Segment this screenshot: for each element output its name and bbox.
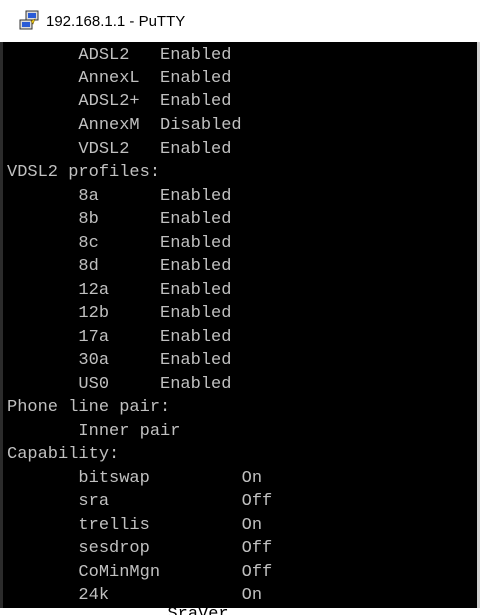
terminal-line: sesdrop Off bbox=[7, 539, 273, 558]
terminal-line: 17a Enabled bbox=[7, 328, 232, 347]
window-bottom-edge bbox=[0, 608, 480, 615]
terminal-line: AnnexL Enabled bbox=[7, 69, 232, 88]
window-title: 192.168.1.1 - PuTTY bbox=[46, 12, 186, 30]
terminal-line: US0 Enabled bbox=[7, 375, 232, 394]
terminal-line: AnnexM Disabled bbox=[7, 116, 242, 135]
terminal-line: ADSL2 Enabled bbox=[7, 46, 232, 65]
terminal-line: Inner pair bbox=[7, 422, 181, 441]
putty-window: 192.168.1.1 - PuTTY ADSL2 Enabled AnnexL… bbox=[0, 0, 480, 615]
terminal-line: 12a Enabled bbox=[7, 281, 232, 300]
terminal-line: Capability: bbox=[7, 445, 120, 464]
terminal-line: bitswap On bbox=[7, 469, 263, 488]
terminal-line: Phone line pair: bbox=[7, 398, 171, 417]
terminal-line: 8c Enabled bbox=[7, 234, 232, 253]
terminal-line: 12b Enabled bbox=[7, 304, 232, 323]
terminal-screen[interactable]: ADSL2 Enabled AnnexL Enabled ADSL2+ Enab… bbox=[3, 42, 477, 615]
terminal-line: 8d Enabled bbox=[7, 257, 232, 276]
terminal-line: VDSL2 profiles: bbox=[7, 163, 161, 182]
terminal-line: 30a Enabled bbox=[7, 351, 232, 370]
title-bar[interactable]: 192.168.1.1 - PuTTY bbox=[0, 0, 480, 42]
terminal-line: VDSL2 Enabled bbox=[7, 140, 232, 159]
putty-icon[interactable] bbox=[18, 10, 40, 32]
terminal-line: trellis On bbox=[7, 516, 263, 535]
terminal-line: 8a Enabled bbox=[7, 187, 232, 206]
terminal-line: 8b Enabled bbox=[7, 210, 232, 229]
terminal-line: sra Off bbox=[7, 492, 273, 511]
terminal-line: CoMinMgn Off bbox=[7, 563, 273, 582]
terminal-line: 24k On bbox=[7, 586, 263, 605]
terminal-partial-line: SraVer bbox=[96, 606, 228, 615]
terminal-line: ADSL2+ Enabled bbox=[7, 92, 232, 111]
